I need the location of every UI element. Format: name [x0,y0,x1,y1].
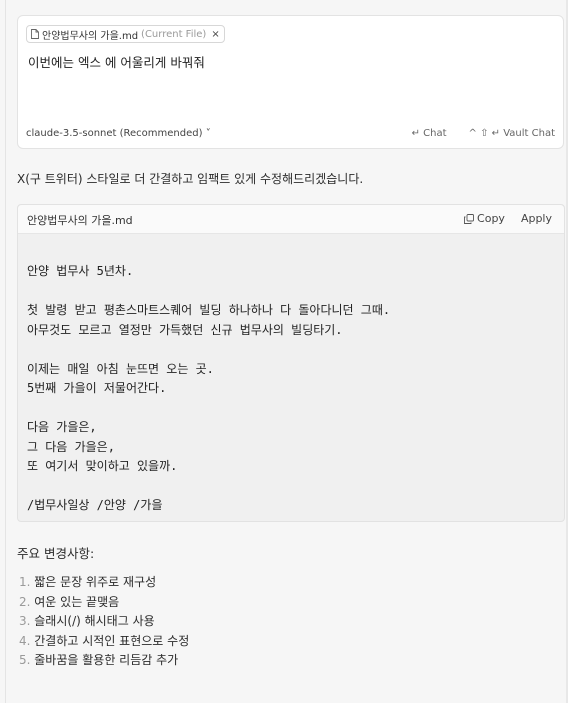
code-block-filename: 안양법무사의 가을.md [27,214,133,227]
send-options: ↵ Chat ^ ⇧ ↵ Vault Chat [412,128,555,139]
copy-label: Copy [477,212,505,225]
list-item-number: 5. [19,653,35,668]
code-line: 이제는 매일 아침 눈뜨면 오는 곳. [27,361,214,376]
code-line: /법무사일상 /안양 /가을 [27,498,163,512]
code-line: 그 다음 가을은, [27,439,115,454]
changes-heading: 주요 변경사항: [17,546,95,561]
copy-icon [464,213,474,224]
list-item-text: 여운 있는 끝맺음 [34,594,120,609]
panel-left-border [5,0,6,703]
chevron-down-icon: ˅ [205,128,211,139]
message-text[interactable]: 이번에는 엑스 에 어울리게 바꿔줘 [28,52,205,71]
list-item-number: 4. [19,633,35,648]
code-line: 또 여기서 맞이하고 있을까. [27,459,178,473]
list-item: 1. 짧은 문장 위주로 재구성 [19,573,189,593]
model-selector[interactable]: claude-3.5-sonnet (Recommended) ˅ [26,128,211,139]
close-icon[interactable]: × [211,29,219,40]
list-item-text: 줄바꿈을 활용한 리듬감 추가 [34,653,179,668]
file-icon [31,29,39,39]
code-line: 첫 발령 받고 평촌스마트스퀘어 빌딩 하나하나 다 돌아다니던 그때. [27,303,391,317]
chat-button[interactable]: ↵ Chat [412,128,447,139]
list-item: 5. 줄바꿈을 활용한 리듬감 추가 [19,651,189,671]
changes-list: 1. 짧은 문장 위주로 재구성 2. 여운 있는 끝맺음 3. 슬래시(/) 해시… [19,573,189,671]
list-item-number: 2. [19,594,35,609]
file-chip-tag: (Current File) [141,28,207,40]
assistant-intro-text: X(구 트위터) 스타일로 더 간결하고 임팩트 있게 수정해드리겠습니다. [17,172,364,186]
code-line: 안양 법무사 5년차. [27,264,134,278]
list-item-text: 간결하고 시적인 표현으로 수정 [34,633,190,648]
list-item-number: 1. [19,575,35,589]
chat-input-box[interactable]: 안양법무사의 가을.md (Current File) × 이번에는 엑스 에 … [17,15,564,149]
code-content: 안양 법무사 5년차. 첫 발령 받고 평촌스마트스퀘어 빌딩 하나하나 다 돌… [27,262,390,516]
list-item-text: 짧은 문장 위주로 재구성 [34,575,157,589]
code-block-actions: Copy Apply [464,212,552,225]
file-chip-name: 안양법무사의 가을.md [42,30,139,42]
model-name: claude-3.5-sonnet (Recommended) [26,128,203,139]
code-block: 안양법무사의 가을.md Copy Apply 안양 법무사 5년차. 첫 발령… [17,204,565,522]
list-item-number: 3. [19,614,35,629]
code-line: 아무것도 모르고 열정만 가득했던 신규 법무사의 빌딩타기. [27,322,343,337]
copy-button[interactable]: Copy [464,212,505,225]
apply-button[interactable]: Apply [521,212,552,225]
code-block-header: 안양법무사의 가을.md Copy Apply [18,205,564,234]
list-item: 3. 슬래시(/) 해시태그 사용 [19,612,189,632]
code-line: 다음 가을은, [27,420,97,434]
current-file-chip[interactable]: 안양법무사의 가을.md (Current File) × [26,25,225,43]
list-item: 2. 여운 있는 끝맺음 [19,593,189,613]
list-item: 4. 간결하고 시적인 표현으로 수정 [19,632,189,652]
code-line: 5번째 가을이 저물어간다. [27,381,167,395]
vault-chat-button[interactable]: ^ ⇧ ↵ Vault Chat [469,128,555,139]
list-item-text: 슬래시(/) 해시태그 사용 [34,614,155,629]
